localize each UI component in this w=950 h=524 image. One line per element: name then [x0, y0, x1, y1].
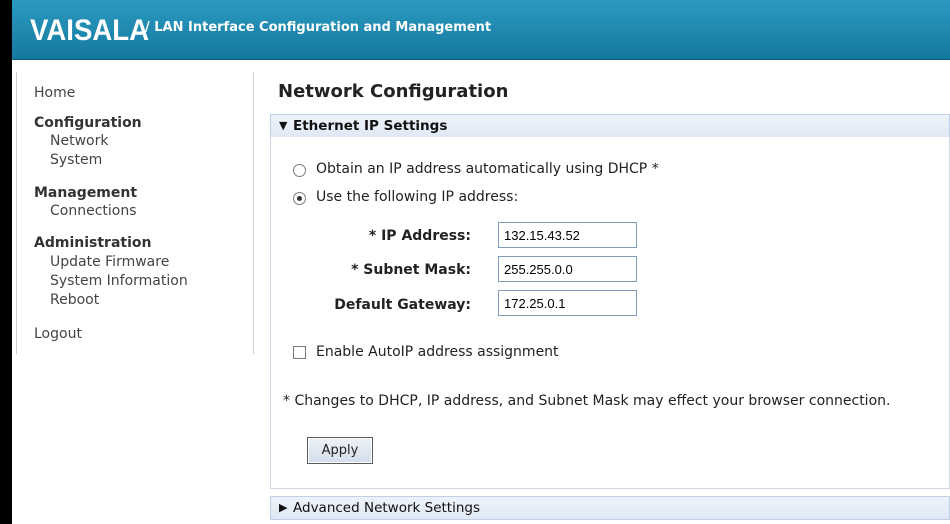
nav-heading-administration: Administration: [34, 235, 152, 251]
nav-home[interactable]: Home: [34, 85, 75, 101]
nav-item-connections[interactable]: Connections: [50, 203, 137, 219]
app-title: / LAN Interface Configuration and Manage…: [145, 20, 492, 35]
nav-heading-configuration: Configuration: [34, 115, 142, 131]
nav-item-update-firmware[interactable]: Update Firmware: [50, 254, 169, 270]
ip-address-label: * IP Address:: [368, 228, 471, 244]
default-gateway-label: Default Gateway:: [334, 297, 471, 313]
nav-heading-management: Management: [34, 185, 138, 201]
subnet-mask-input[interactable]: [498, 256, 637, 282]
subnet-mask-label: * Subnet Mask:: [351, 262, 471, 278]
advanced-section-header[interactable]: ▶ Advanced Network Settings: [270, 496, 950, 520]
collapsed-arrow-icon: ▶: [279, 501, 288, 514]
ethernet-section-header[interactable]: ▼ Ethernet IP Settings: [270, 114, 950, 138]
apply-button[interactable]: Apply: [307, 437, 373, 464]
autoip-checkbox-label[interactable]: Enable AutoIP address assignment: [316, 344, 559, 360]
ethernet-section-label: Ethernet IP Settings: [293, 118, 448, 134]
ethernet-settings-panel: Obtain an IP address automatically using…: [270, 137, 950, 489]
expanded-arrow-icon: ▼: [279, 119, 288, 132]
default-gateway-input[interactable]: [498, 290, 637, 316]
static-ip-radio-label[interactable]: Use the following IP address:: [316, 189, 518, 205]
connection-warning-note: * Changes to DHCP, IP address, and Subne…: [283, 393, 891, 409]
header-bar: VAISALA / LAN Interface Configuration an…: [12, 0, 950, 60]
nav-item-reboot[interactable]: Reboot: [50, 292, 99, 308]
vaisala-logo[interactable]: VAISALA: [30, 14, 149, 48]
static-ip-radio[interactable]: [293, 192, 306, 205]
nav-item-network[interactable]: Network: [50, 133, 108, 149]
ip-address-input[interactable]: [498, 222, 637, 248]
autoip-checkbox[interactable]: [293, 346, 306, 359]
page-title: Network Configuration: [278, 81, 509, 102]
nav-logout[interactable]: Logout: [34, 326, 82, 342]
dhcp-radio[interactable]: [293, 164, 306, 177]
advanced-section-label: Advanced Network Settings: [293, 500, 481, 516]
browser-page: VAISALA / LAN Interface Configuration an…: [12, 0, 950, 524]
dhcp-radio-label[interactable]: Obtain an IP address automatically using…: [316, 161, 659, 177]
nav-item-system[interactable]: System: [50, 152, 102, 168]
nav-item-system-information[interactable]: System Information: [50, 273, 188, 289]
